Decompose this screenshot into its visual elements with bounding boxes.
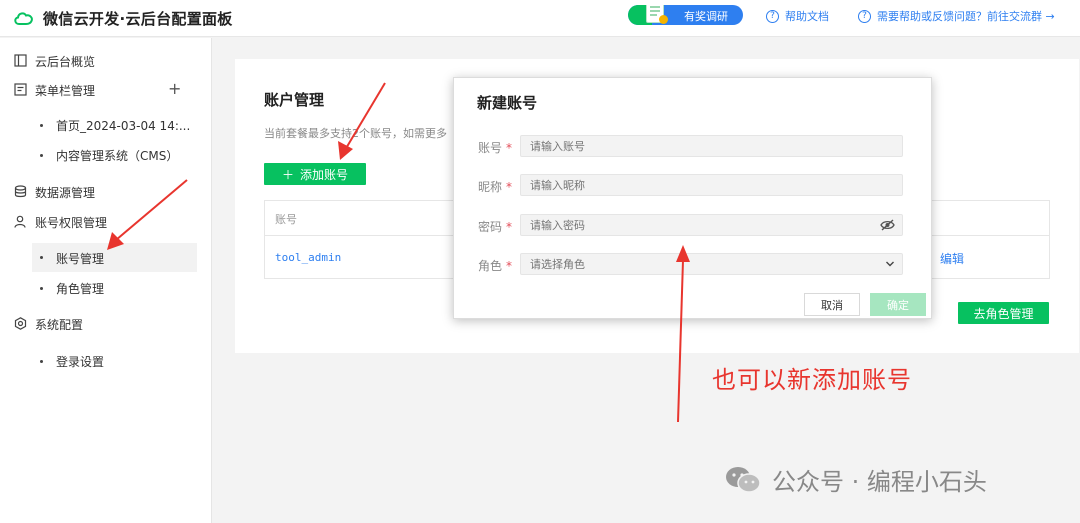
annotation-text: 也可以新添加账号 [712, 366, 912, 394]
role-select[interactable] [520, 253, 903, 275]
new-account-modal: 新建账号 账号* 昵称* 密码* 角色* 取消 确定 [453, 77, 932, 319]
user-icon [14, 215, 26, 228]
sidebar-item-overview[interactable]: 云后台概览 [0, 54, 212, 70]
nickname-input[interactable] [520, 174, 903, 196]
help-doc-link[interactable]: ? 帮助文档 [766, 8, 829, 24]
form-row-nickname: 昵称 * [454, 174, 933, 196]
help-group-link[interactable]: ? 需要帮助或反馈问题？前往交流群 → [858, 8, 1055, 24]
sidebar: 云后台概览 菜单栏管理 + 首页_2024-03-04 14:... 内容管理系… [0, 38, 212, 523]
form-row-account: 账号 * [454, 135, 933, 157]
app-title: 微信云开发·云后台配置面板 [43, 10, 233, 28]
gear-icon [14, 317, 27, 330]
top-bar: 微信云开发·云后台配置面板 有奖调研 ? 帮助文档 ? 需要帮助或反馈问题？前往… [0, 0, 1080, 37]
modal-title: 新建账号 [477, 94, 538, 112]
plan-description: 当前套餐最多支持2个账号，如需更多 [264, 127, 447, 140]
sidebar-item-cms[interactable]: 内容管理系统（CMS） [0, 148, 212, 166]
sidebar-item-datasource[interactable]: 数据源管理 [0, 185, 212, 201]
column-header-account: 账号 [275, 213, 297, 226]
sidebar-item-system[interactable]: 系统配置 [0, 317, 212, 333]
wechat-logo-icon [726, 466, 761, 493]
survey-label: 有奖调研 [684, 10, 728, 23]
sidebar-item-permissions[interactable]: 账号权限管理 [0, 215, 212, 231]
form-row-role: 角色 * [454, 253, 933, 275]
add-account-button[interactable]: ＋ 添加账号 [264, 163, 366, 185]
page-title: 账户管理 [264, 91, 325, 109]
database-icon [14, 185, 27, 198]
sidebar-item-menu[interactable]: 菜单栏管理 + [0, 79, 212, 99]
sidebar-item-roles[interactable]: 角色管理 [0, 281, 212, 299]
survey-button[interactable]: 有奖调研 [628, 5, 743, 25]
chevron-down-icon [886, 261, 894, 267]
form-row-password: 密码 * [454, 214, 933, 236]
sidebar-item-accounts[interactable]: 账号管理 [32, 243, 197, 272]
menu-list-icon [14, 83, 27, 96]
question-icon: ? [766, 9, 779, 23]
cloud-logo-icon [14, 12, 33, 25]
coin-icon [659, 15, 668, 24]
plus-icon[interactable]: + [168, 79, 181, 98]
layout-icon [14, 54, 27, 67]
eye-off-icon[interactable] [880, 219, 895, 231]
password-input[interactable] [520, 214, 903, 236]
plus-icon: ＋ [281, 167, 294, 182]
watermark: 公众号 · 编程小石头 [724, 462, 987, 497]
edit-link[interactable]: 编辑 [940, 250, 964, 267]
sidebar-item-login-settings[interactable]: 登录设置 [0, 354, 212, 372]
question-icon: ? [858, 9, 871, 23]
account-input[interactable] [520, 135, 903, 157]
table-cell-account: tool_admin [275, 251, 342, 264]
confirm-button[interactable]: 确定 [870, 293, 926, 316]
sidebar-item-home[interactable]: 首页_2024-03-04 14:... [0, 118, 212, 136]
cancel-button[interactable]: 取消 [804, 293, 860, 316]
go-role-management-button[interactable]: 去角色管理 [958, 302, 1049, 324]
